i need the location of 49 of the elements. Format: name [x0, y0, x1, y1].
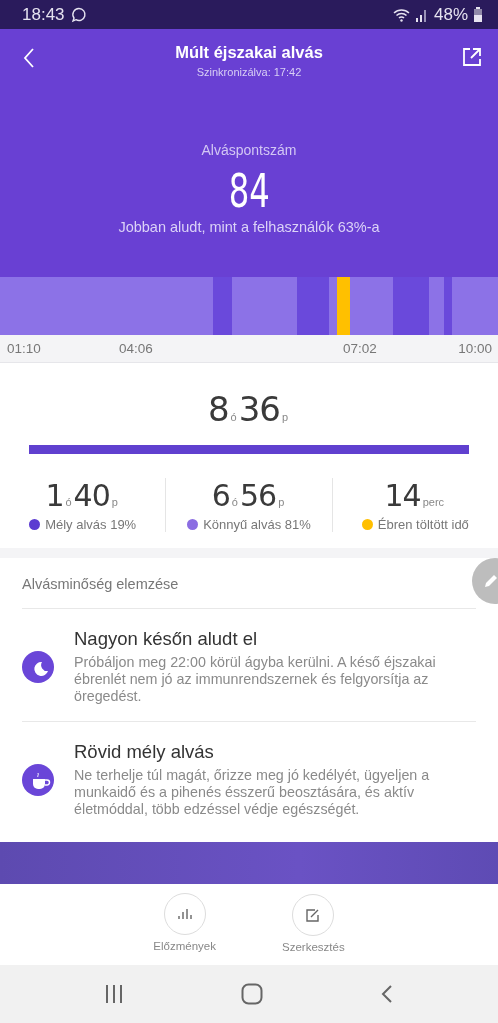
recent-apps-icon[interactable] [105, 984, 123, 1004]
comparison-text: Jobban aludt, mint a felhasználók 63%-a [118, 219, 380, 235]
legend-label: Ébren töltött idő [377, 517, 469, 532]
total-hours: 8 [207, 389, 229, 429]
time-label: 01:10 [7, 341, 42, 356]
duration-value: 1 [45, 478, 64, 513]
total-minutes: 36 [238, 389, 280, 429]
score-label: Alváspontszám [201, 142, 297, 158]
legend-label: Mély alvás 19% [45, 517, 137, 532]
pencil-icon [482, 572, 498, 590]
page-title: Múlt éjszakai alvás [174, 43, 324, 62]
time-label: 10:00 [458, 341, 492, 356]
duration-unit: ó [231, 496, 238, 508]
moon-icon [22, 650, 54, 683]
time-label: 07:02 [343, 341, 378, 356]
duration-value: 6 [211, 478, 230, 513]
home-icon[interactable] [241, 983, 263, 1005]
tip-text: Ne terhelje túl magát, őrizze meg jó kedélyét, ügyeljen a munkaidő és a pihenés ésszerű beosztására, és aktív életmóddal, több edzéssel védje egészségét. [74, 767, 431, 818]
duration-unit: perc [422, 496, 445, 508]
tip-text: Próbáljon meg 22:00 körül ágyba kerülni. A késő éjszakai ébrenlét nem jó az immunrendszernek és felgyorsítja az öregedést. [74, 654, 437, 705]
minute-unit: p [281, 411, 289, 423]
hour-unit: ó [230, 411, 237, 423]
duration-unit: p [111, 496, 118, 508]
cup-icon [22, 763, 54, 796]
duration-value: 14 [384, 478, 421, 513]
history-button[interactable]: Előzmények [153, 893, 216, 965]
battery-icon [474, 7, 482, 22]
bar-chart-icon [177, 907, 192, 921]
battery-level: 48% [433, 4, 468, 25]
back-icon[interactable] [381, 984, 393, 1004]
tip-title: Nagyon későn aludt el [74, 628, 259, 650]
tip-title: Rövid mély alvás [74, 741, 215, 763]
sync-time: Szinkronizálva: 17:42 [196, 66, 302, 78]
sleep-score: 84 [228, 165, 270, 217]
duration-value: 40 [73, 478, 110, 513]
duration-unit: ó [65, 496, 72, 508]
wifi-icon [392, 7, 410, 22]
back-icon[interactable] [22, 47, 36, 69]
edit-entry-button[interactable]: Szerkesztés [282, 894, 345, 965]
duration-value: 56 [239, 478, 277, 513]
chat-bubble-icon [70, 6, 87, 23]
clock: 18:43 [22, 4, 65, 25]
time-label: 04:06 [119, 341, 154, 356]
signal-icon [415, 7, 428, 22]
duration-unit: p [278, 496, 285, 508]
section-title: Alvásminőség elemzése [22, 576, 179, 592]
edit-icon [306, 908, 321, 922]
share-icon[interactable] [462, 47, 482, 67]
legend-label: Könnyű alvás 81% [203, 517, 311, 532]
